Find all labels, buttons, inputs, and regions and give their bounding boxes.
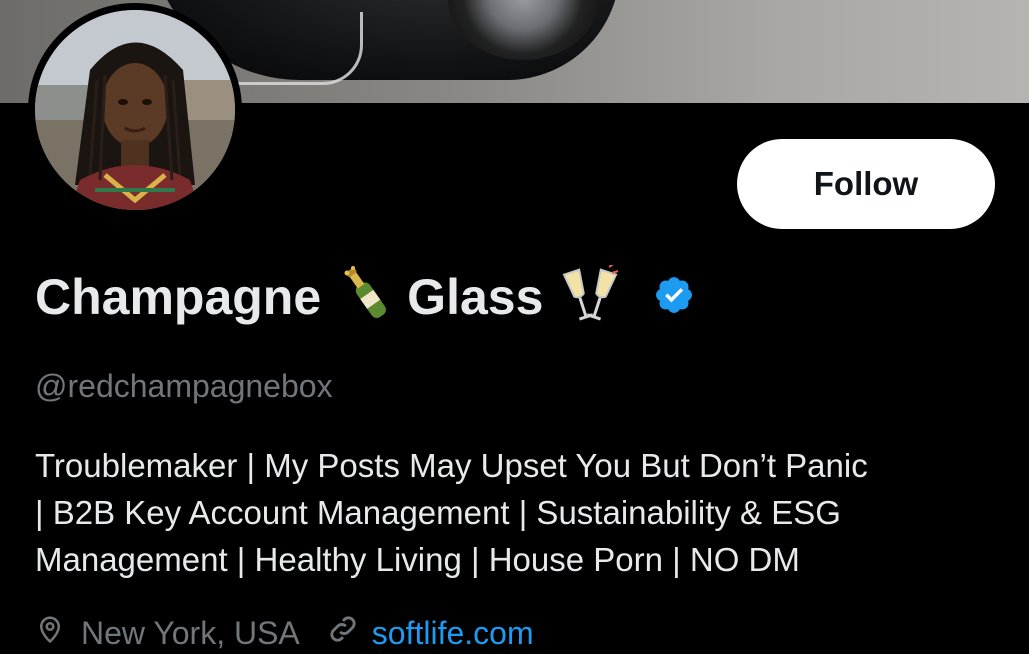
clinking-glasses-icon — [561, 261, 619, 330]
link-icon — [326, 612, 360, 654]
champagne-bottle-icon — [339, 265, 393, 330]
profile-website-link[interactable]: softlife.com — [372, 615, 534, 652]
bio-line: | B2B Key Account Management | Sustainab… — [35, 494, 841, 531]
bio-line: Management | Healthy Living | House Porn… — [35, 541, 800, 578]
profile-location: New York, USA — [81, 614, 300, 651]
username-handle: @redchampagnebox — [35, 368, 333, 404]
profile-meta-row: New York, USA softlife.com — [35, 612, 534, 654]
location-pin-icon — [35, 612, 65, 654]
profile-bio: Troublemaker | My Posts May Upset You Bu… — [35, 442, 995, 583]
banner-car-trim — [230, 12, 363, 85]
avatar-portrait-image — [35, 10, 235, 210]
follow-button[interactable]: Follow — [737, 139, 995, 229]
verified-badge-icon[interactable] — [653, 274, 695, 321]
display-name-part-1: Champagne — [35, 269, 322, 325]
display-name: Champagne Glass — [35, 261, 695, 332]
bio-line: Troublemaker | My Posts May Upset You Bu… — [35, 447, 868, 484]
display-name-part-2: Glass — [407, 269, 544, 325]
avatar[interactable] — [35, 10, 235, 210]
